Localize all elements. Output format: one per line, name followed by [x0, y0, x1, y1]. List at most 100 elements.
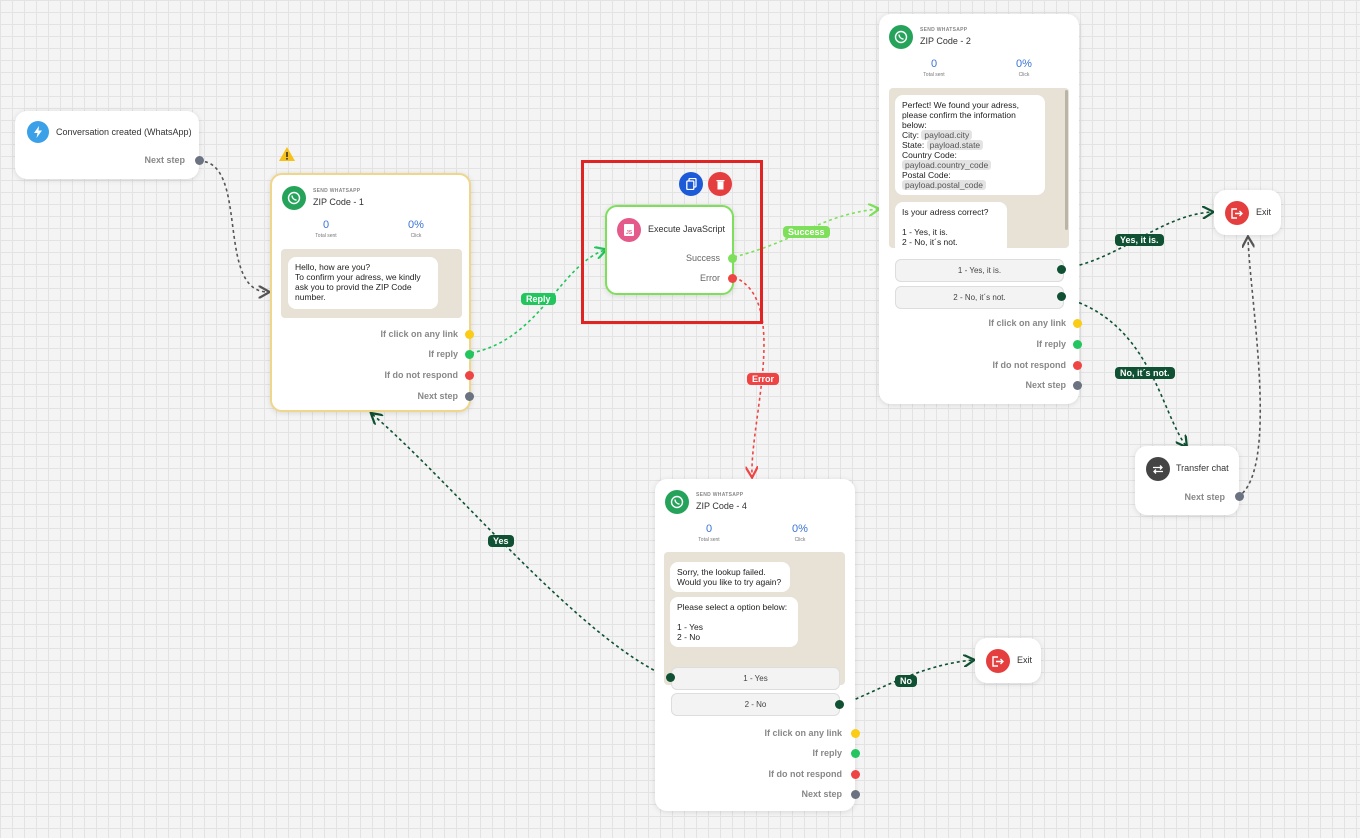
click-label: Click — [410, 233, 422, 239]
edge-label-yes: Yes — [488, 535, 514, 547]
port-click-link[interactable] — [851, 729, 860, 738]
exit-node-bottom[interactable]: Exit — [975, 638, 1041, 683]
message-bubble-question: Is your adress correct? 1 - Yes, it is. … — [895, 202, 1007, 248]
click-value: 0% — [792, 523, 808, 535]
port-next-step[interactable] — [465, 392, 474, 401]
port-label-click-link: If click on any link — [764, 728, 842, 738]
whatsapp-icon — [282, 186, 306, 210]
message-bubble-options: Please select a option below: 1 - Yes 2 … — [670, 597, 798, 647]
node-name: ZIP Code - 4 — [696, 501, 747, 511]
port-click-link[interactable] — [1073, 319, 1082, 328]
port-label-click-link: If click on any link — [380, 329, 458, 339]
js-error-port[interactable] — [728, 274, 737, 283]
city-label: City: — [902, 130, 919, 140]
trigger-title: Conversation created (WhatsApp) — [56, 127, 192, 137]
zip-code-2-node[interactable]: SEND WHATSAPP ZIP Code - 2 0 Total sent … — [879, 14, 1082, 404]
port-option-yes[interactable] — [666, 673, 675, 682]
trigger-node[interactable]: Conversation created (WhatsApp) Next ste… — [15, 111, 204, 179]
delete-button[interactable] — [708, 172, 732, 196]
node-name: ZIP Code - 1 — [313, 197, 364, 207]
zip-code-1-node[interactable]: SEND WHATSAPP ZIP Code - 1 0 Total sent … — [270, 173, 474, 412]
click-label: Click — [794, 537, 806, 543]
click-label: Click — [1018, 72, 1030, 78]
transfer-next-step-port[interactable] — [1235, 492, 1244, 501]
edge-label-success: Success — [783, 226, 830, 238]
option-no-its-not[interactable]: 2 - No, it´s not. — [895, 286, 1064, 309]
port-click-link[interactable] — [465, 330, 474, 339]
port-option-no[interactable] — [835, 700, 844, 709]
total-sent-label: Total sent — [315, 233, 337, 239]
transfer-chat-node[interactable]: Transfer chat Next step — [1135, 446, 1244, 515]
node-type-label: SEND WHATSAPP — [920, 27, 968, 33]
postal-label: Postal Code: — [902, 170, 951, 180]
port-next-step[interactable] — [1073, 381, 1082, 390]
zip-code-4-node[interactable]: SEND WHATSAPP ZIP Code - 4 0 Total sent … — [655, 479, 860, 811]
port-no-respond[interactable] — [465, 371, 474, 380]
edge-label-yes-it-is: Yes, it is. — [1115, 234, 1164, 246]
exit-title: Exit — [1256, 207, 1272, 217]
port-reply[interactable] — [1073, 340, 1082, 349]
exit-title: Exit — [1017, 655, 1033, 665]
edge-label-error: Error — [747, 373, 780, 385]
port-no-respond[interactable] — [1073, 361, 1082, 370]
click-value: 0% — [1016, 58, 1032, 70]
port-label-no-respond: If do not respond — [992, 360, 1067, 370]
option-yes-it-is[interactable]: 1 - Yes, it is. — [895, 259, 1064, 282]
javascript-icon: JS — [617, 218, 641, 242]
address-intro: Perfect! We found your adress, please co… — [902, 100, 1020, 130]
country-label: Country Code: — [902, 150, 957, 160]
total-sent-label: Total sent — [698, 537, 720, 543]
edge-label-no-its-not: No, it´s not. — [1115, 367, 1175, 379]
click-value: 0% — [408, 219, 424, 231]
edge-transfer-exit — [1237, 238, 1262, 498]
exit-node-top[interactable]: Exit — [1214, 190, 1281, 235]
port-reply[interactable] — [851, 749, 860, 758]
state-label: State: — [902, 140, 925, 150]
port-no-respond[interactable] — [851, 770, 860, 779]
port-label-click-link: If click on any link — [988, 318, 1066, 328]
exit-icon — [1225, 201, 1249, 225]
trash-icon — [716, 179, 724, 189]
port-reply[interactable] — [465, 350, 474, 359]
whatsapp-icon — [665, 490, 689, 514]
edge-label-reply: Reply — [521, 293, 556, 305]
chat-scrollbar[interactable] — [1065, 90, 1068, 230]
node-name: ZIP Code - 2 — [920, 36, 971, 46]
port-option-yes[interactable] — [1057, 265, 1066, 274]
js-title: Execute JavaScript — [648, 224, 726, 234]
js-success-label: Success — [685, 253, 720, 263]
port-label-no-respond: If do not respond — [768, 769, 843, 779]
message-bubble-address: Perfect! We found your adress, please co… — [895, 95, 1045, 195]
copy-icon — [685, 178, 697, 190]
port-label-next-step: Next step — [801, 789, 842, 799]
port-label-reply: If reply — [1036, 339, 1066, 349]
option-no[interactable]: 2 - No — [671, 693, 840, 716]
node-type-label: SEND WHATSAPP — [696, 492, 744, 498]
port-option-no[interactable] — [1057, 292, 1066, 301]
lightning-icon — [27, 121, 49, 143]
total-sent-value: 0 — [705, 523, 713, 535]
js-error-label: Error — [700, 273, 720, 283]
js-success-port[interactable] — [728, 254, 737, 263]
port-label-reply: If reply — [428, 349, 458, 359]
port-next-step[interactable] — [851, 790, 860, 799]
port-label-next-step: Next step — [1025, 380, 1066, 390]
option-yes[interactable]: 1 - Yes — [671, 667, 840, 690]
whatsapp-icon — [889, 25, 913, 49]
total-sent-label: Total sent — [923, 72, 945, 78]
message-preview: Hello, how are you? To confirm your adre… — [281, 249, 462, 318]
copy-button[interactable] — [679, 172, 703, 196]
total-sent-value: 0 — [930, 58, 938, 70]
trigger-next-step-port[interactable] — [195, 156, 204, 165]
port-label-no-respond: If do not respond — [384, 370, 459, 380]
message-preview: Sorry, the lookup failed. Would you like… — [664, 552, 845, 685]
edge-trigger-zip1 — [198, 160, 268, 292]
edge-label-no: No — [895, 675, 917, 687]
execute-javascript-node[interactable]: JS Execute JavaScript Success Error — [605, 205, 737, 295]
warning-icon[interactable] — [278, 146, 296, 167]
node-type-label: SEND WHATSAPP — [313, 188, 361, 194]
state-value: payload.state — [926, 140, 984, 150]
city-value: payload.city — [921, 130, 973, 140]
transfer-title: Transfer chat — [1176, 463, 1229, 473]
message-bubble: Hello, how are you? To confirm your adre… — [288, 257, 438, 309]
